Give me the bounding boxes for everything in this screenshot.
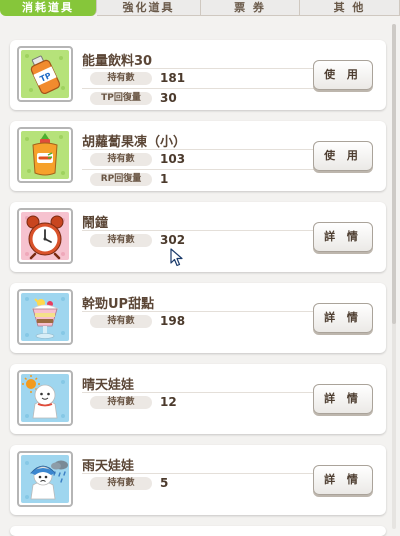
details-button[interactable]: 詳 情	[313, 384, 373, 414]
item-icon-frame: TP	[17, 46, 73, 102]
tab-other[interactable]: 其 他	[300, 0, 400, 16]
owned-count-label: 持有數	[90, 72, 152, 85]
tab-bar: 消耗道具 強化道具 票 券 其 他	[0, 0, 400, 16]
divider	[82, 473, 315, 474]
divider	[82, 169, 315, 170]
item-icon-frame	[17, 208, 73, 264]
owned-count-value: 5	[160, 476, 169, 490]
rp-recovery-label: RP回復量	[90, 173, 152, 186]
mouse-cursor-icon	[170, 248, 183, 267]
scrollbar[interactable]	[392, 24, 396, 529]
item-card: 晴天娃娃 持有數 12 詳 情	[10, 364, 386, 434]
parfait-icon	[21, 293, 69, 341]
tp-drink-icon: TP	[21, 50, 69, 98]
alarm-clock-icon	[21, 212, 69, 260]
details-button[interactable]: 詳 情	[313, 465, 373, 495]
owned-count-value: 103	[160, 152, 186, 166]
owned-count-label: 持有數	[90, 315, 152, 328]
divider	[82, 311, 315, 312]
item-card: 鬧鐘 持有數 302 詳 情	[10, 202, 386, 272]
item-name: 雨天娃娃	[82, 459, 135, 474]
tp-recovery-value: 30	[160, 91, 177, 105]
owned-count-value: 181	[160, 71, 186, 85]
item-icon-frame	[17, 289, 73, 345]
divider	[82, 68, 315, 69]
item-name: 幹勁UP甜點	[82, 297, 155, 312]
item-name: 鬧鐘	[82, 216, 109, 231]
item-name: 晴天娃娃	[82, 378, 135, 393]
owned-count-label: 持有數	[90, 477, 152, 490]
item-card: TP 能量飲料30 持有數 181 TP回復量 30 使 用	[10, 40, 386, 110]
divider	[82, 392, 315, 393]
carrot-jelly-icon	[21, 131, 69, 179]
tp-recovery-label: TP回復量	[90, 92, 152, 105]
item-icon-frame	[17, 127, 73, 183]
tab-enhancement[interactable]: 強化道具	[97, 0, 201, 16]
tab-consumables[interactable]: 消耗道具	[0, 0, 97, 16]
item-card-partial	[10, 526, 386, 536]
divider	[82, 88, 315, 89]
details-button[interactable]: 詳 情	[313, 222, 373, 252]
item-card: 胡蘿蔔果凍（小） 持有數 103 RP回復量 1 使 用	[10, 121, 386, 191]
divider	[82, 230, 315, 231]
details-button[interactable]: 詳 情	[313, 303, 373, 333]
rp-recovery-value: 1	[160, 172, 169, 186]
item-icon-frame	[17, 370, 73, 426]
item-card: 幹勁UP甜點 持有數 198 詳 情	[10, 283, 386, 353]
scrollbar-thumb[interactable]	[392, 24, 396, 324]
item-name: 胡蘿蔔果凍（小）	[82, 135, 187, 150]
owned-count-label: 持有數	[90, 396, 152, 409]
owned-count-value: 198	[160, 314, 186, 328]
use-button[interactable]: 使 用	[313, 60, 373, 90]
use-button[interactable]: 使 用	[313, 141, 373, 171]
tab-tickets[interactable]: 票 券	[201, 0, 300, 16]
item-card: 雨天娃娃 持有數 5 詳 情	[10, 445, 386, 515]
sunny-doll-icon	[21, 374, 69, 422]
item-icon-frame	[17, 451, 73, 507]
owned-count-value: 302	[160, 233, 186, 247]
owned-count-value: 12	[160, 395, 177, 409]
rainy-doll-icon	[21, 455, 69, 503]
item-name: 能量飲料30	[82, 54, 153, 69]
owned-count-label: 持有數	[90, 234, 152, 247]
owned-count-label: 持有數	[90, 153, 152, 166]
divider	[82, 149, 315, 150]
